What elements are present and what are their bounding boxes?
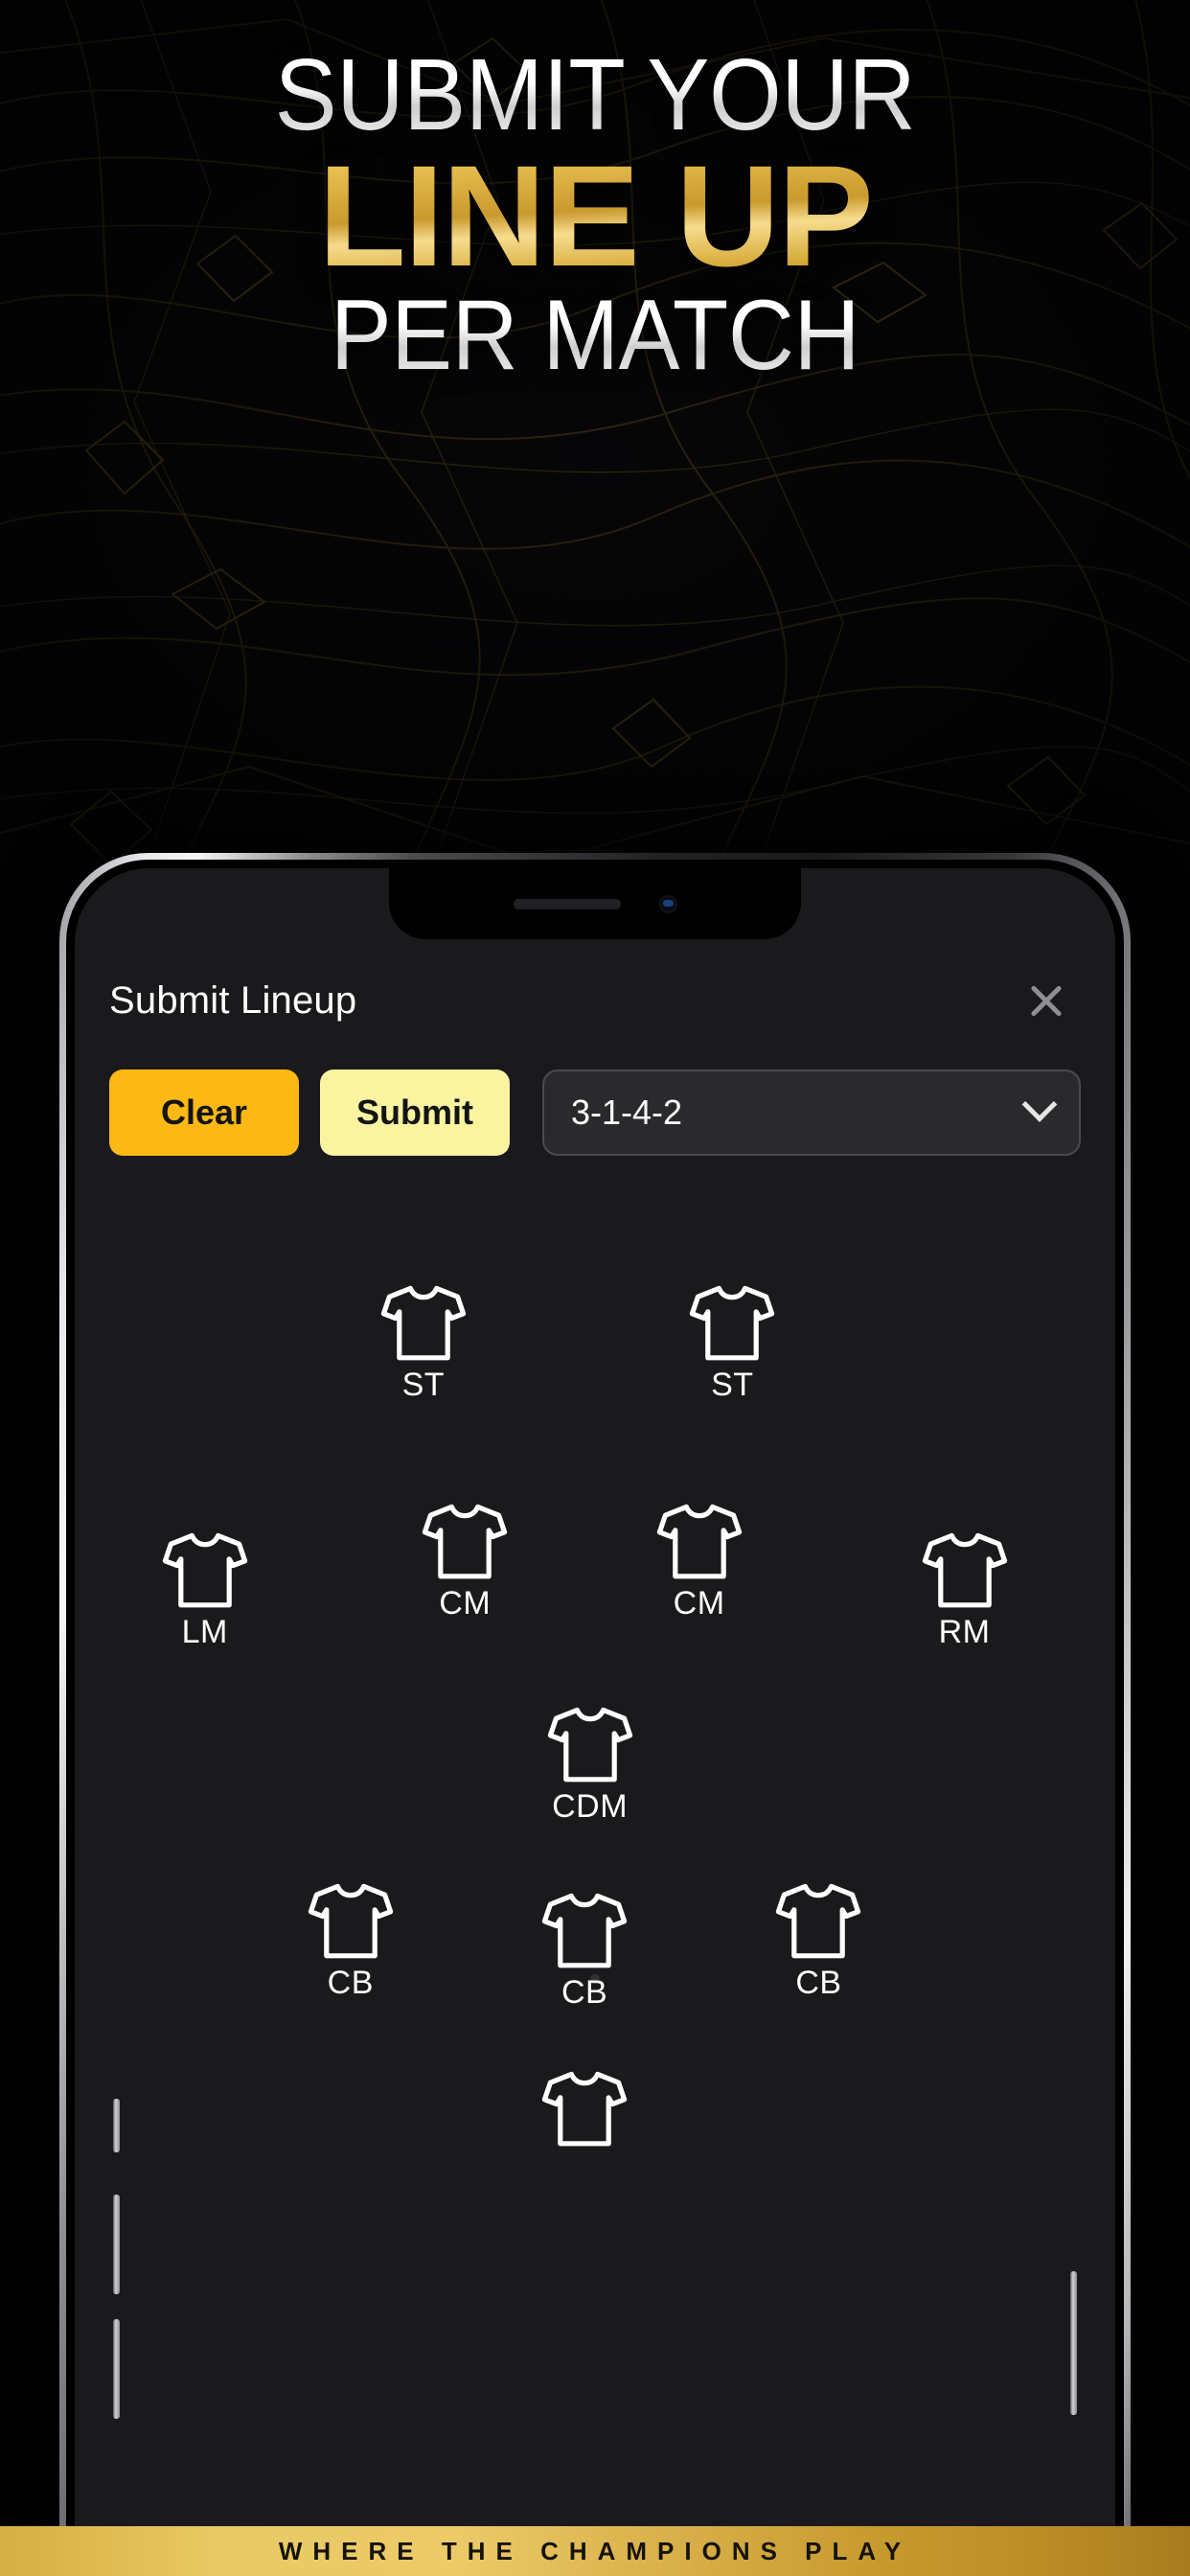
phone-volume-down-button[interactable] xyxy=(113,2319,120,2419)
chevron-down-icon xyxy=(1021,1087,1058,1122)
earpiece-speaker-icon xyxy=(513,898,621,909)
submit-button[interactable]: Submit xyxy=(320,1070,510,1156)
submit-lineup-modal: Submit Lineup Clear Submit 3-1-4-2 xyxy=(75,868,1115,2540)
poster-headline: SUBMIT YOUR LINE UP PER MATCH xyxy=(0,44,1190,385)
phone-volume-up-button[interactable] xyxy=(113,2195,120,2294)
lineup-toolbar: Clear Submit 3-1-4-2 xyxy=(109,1070,1081,1156)
close-icon[interactable] xyxy=(1018,972,1075,1029)
clear-button[interactable]: Clear xyxy=(109,1070,299,1156)
poster-root: SUBMIT YOUR LINE UP PER MATCH ST ST LM C… xyxy=(0,0,1190,2576)
banner-text: WHERE THE CHAMPIONS PLAY xyxy=(278,2536,912,2565)
headline-line-2: LINE UP xyxy=(0,144,1190,287)
front-camera-icon xyxy=(658,894,677,913)
phone-screen: ST ST LM CM CM RM CDM CB CB CB Submit Li… xyxy=(75,868,1115,2540)
bottom-banner: WHERE THE CHAMPIONS PLAY xyxy=(0,2526,1190,2576)
phone-bezel: ST ST LM CM CM RM CDM CB CB CB Submit Li… xyxy=(66,860,1124,2540)
formation-select[interactable]: 3-1-4-2 xyxy=(542,1070,1081,1156)
phone-mockup: ST ST LM CM CM RM CDM CB CB CB Submit Li… xyxy=(59,853,1131,2540)
formation-value: 3-1-4-2 xyxy=(571,1092,683,1132)
headline-line-1: SUBMIT YOUR xyxy=(48,44,1143,146)
headline-line-3: PER MATCH xyxy=(48,286,1143,385)
page-title: Submit Lineup xyxy=(109,978,357,1022)
phone-power-button[interactable] xyxy=(1070,2271,1077,2415)
phone-notch xyxy=(389,868,801,939)
phone-mute-switch[interactable] xyxy=(113,2099,120,2152)
